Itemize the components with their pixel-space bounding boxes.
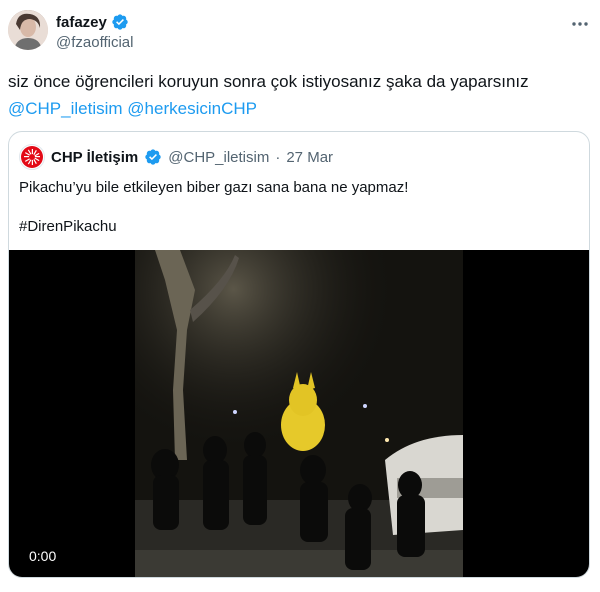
separator-dot: · [275,148,281,166]
tweet-text: siz önce öğrencileri koruyun sonra çok i… [8,68,592,122]
mention-herkesicinchp[interactable]: @herkesicinCHP [127,99,257,118]
tweet-body: siz önce öğrencileri koruyun sonra çok i… [8,72,529,91]
quoted-text: Pikachu’yu bile etkileyen biber gazı san… [19,179,409,196]
author-info: fafazey @fzaofficial [56,12,133,52]
author-display-name[interactable]: fafazey [56,14,107,31]
avatar-image [8,10,48,50]
verified-badge-icon [145,149,161,165]
quoted-tweet-header: CHP İletişim @CHP_iletisim · 27 Mar [19,144,333,170]
tweet-mentions: @CHP_iletisim @herkesicinCHP [8,95,592,122]
video-thumbnail [135,250,463,577]
quoted-hashtag[interactable]: #DirenPikachu [19,218,117,235]
quoted-tweet[interactable]: CHP İletişim @CHP_iletisim · 27 Mar Pika… [8,131,590,578]
chp-logo-icon[interactable] [19,144,45,170]
verified-badge-icon [112,14,128,30]
quoted-display-name[interactable]: CHP İletişim [51,149,138,166]
mention-chp-iletisim[interactable]: @CHP_iletisim [8,99,123,118]
video-timestamp: 0:00 [29,548,57,564]
quoted-date[interactable]: 27 Mar [286,149,333,166]
author-handle[interactable]: @fzaofficial [56,34,133,51]
author-avatar[interactable] [8,10,48,50]
quoted-handle[interactable]: @CHP_iletisim [168,149,269,166]
video-player[interactable]: 0:00 [9,250,589,577]
more-options-icon[interactable] [570,14,590,39]
video-scene-image [135,250,463,577]
